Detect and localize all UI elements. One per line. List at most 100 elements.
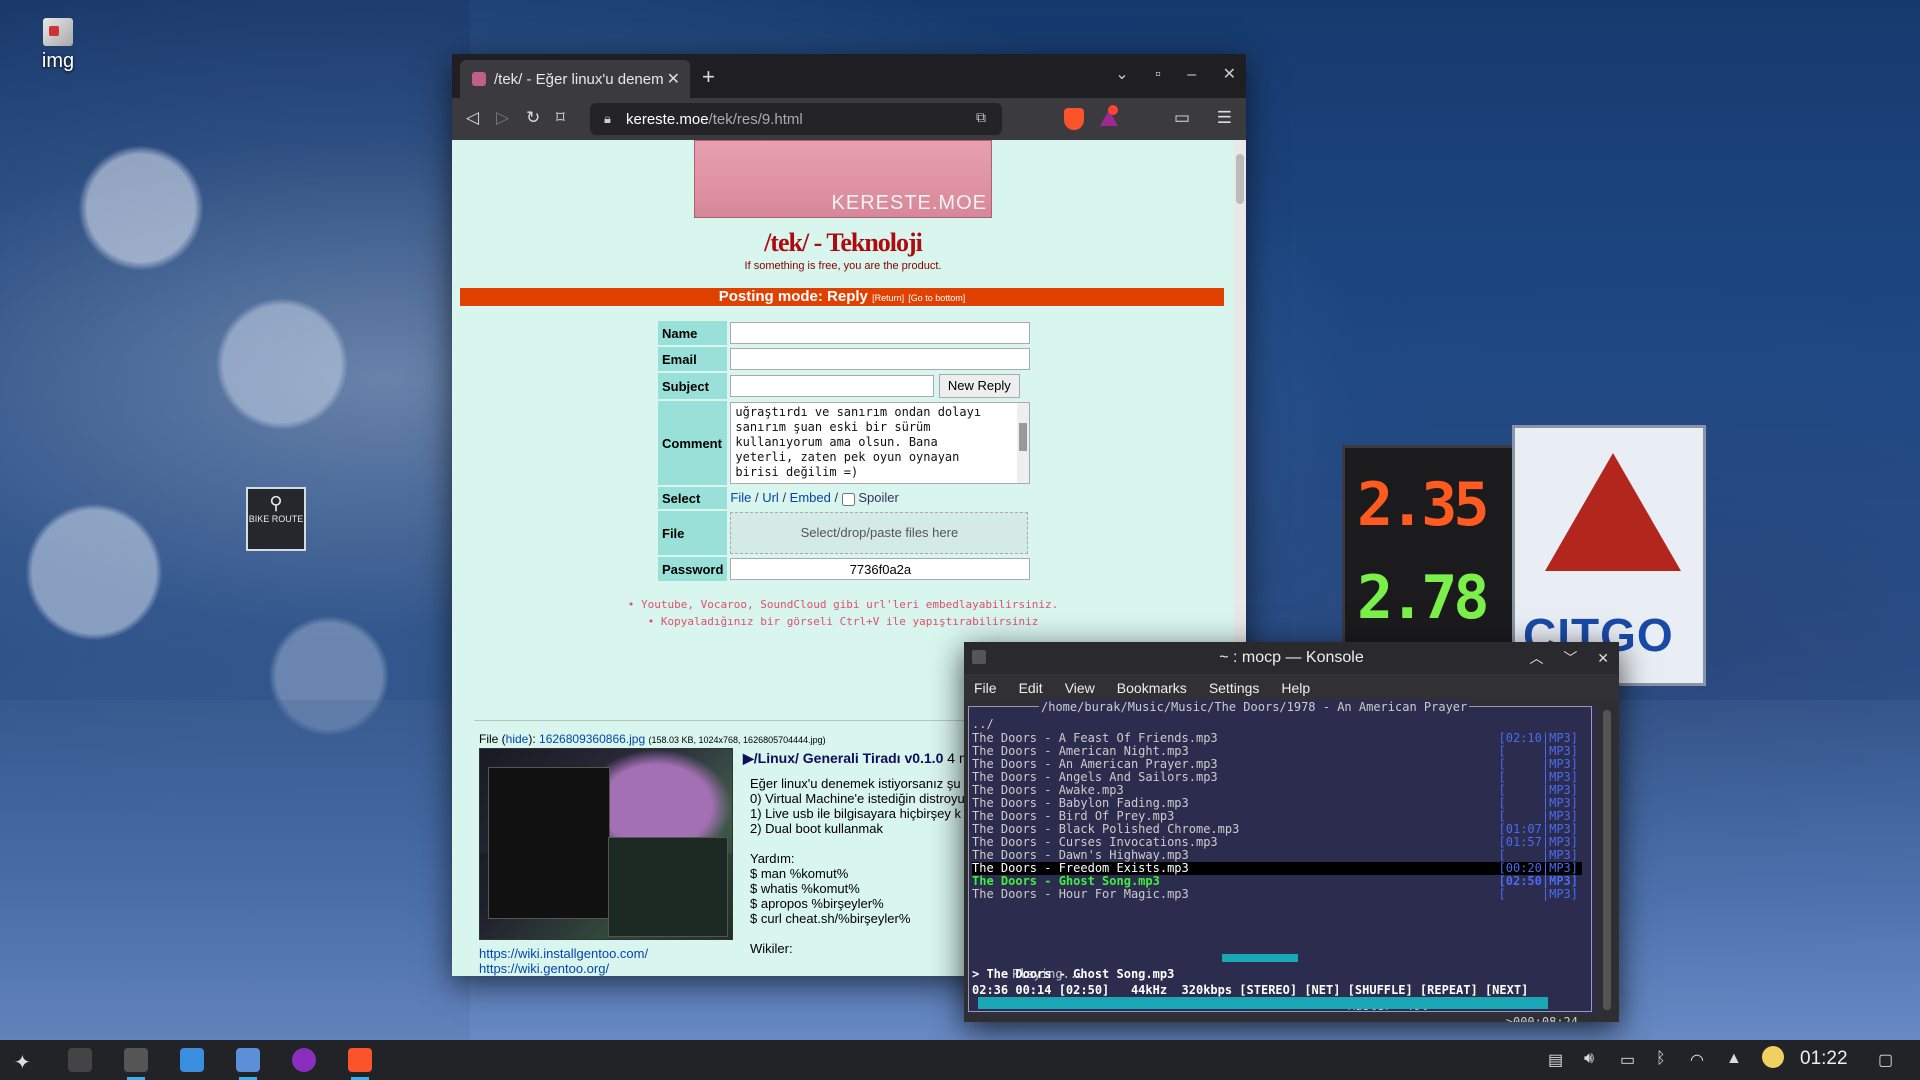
track-name: The Doors - Curses Invocations.mp3 <box>972 835 1218 849</box>
password-field[interactable]: 7736f0a2a <box>730 558 1031 580</box>
volume-icon[interactable]: 🔊︎ <box>1584 1050 1594 1068</box>
menu-icon[interactable]: ☰ <box>1217 108 1232 127</box>
menu-help[interactable]: Help <box>1281 680 1310 696</box>
reload-icon[interactable]: ↻ <box>526 108 540 128</box>
minimize-icon[interactable]: – <box>1187 66 1196 83</box>
file-drop-zone[interactable]: Select/drop/paste files here <box>730 512 1029 554</box>
bookmark-icon[interactable]: ⌑ <box>556 108 565 128</box>
minimize-icon[interactable]: ︿ <box>1529 650 1543 666</box>
track-name: The Doors - Babylon Fading.mp3 <box>972 796 1189 810</box>
forward-icon[interactable]: ▷ <box>496 108 509 128</box>
music-app-icon[interactable] <box>292 1048 316 1072</box>
track-duration: [ |MP3] <box>1498 887 1578 901</box>
post-subject: ▶/Linux/ Generali Tiradı v0.1.0 4 m <box>743 750 971 766</box>
back-icon[interactable]: ◁ <box>466 108 479 128</box>
board-subtitle: If something is free, you are the produc… <box>744 260 942 272</box>
file-name-link[interactable]: 1626809360866.jpg <box>539 732 645 746</box>
subject-field[interactable] <box>730 374 935 397</box>
name-field[interactable] <box>730 322 1031 344</box>
wiki-link[interactable]: https://wiki.gentoo.org/ <box>479 961 648 976</box>
post-body-line: $ apropos %birşeyler% <box>750 896 884 911</box>
maximize-icon[interactable]: ﹀ <box>1563 650 1577 666</box>
select-url-link[interactable]: Url <box>762 490 779 505</box>
tab-strip: /tek/ - Eğer linux'u denem ✕ + ⌄ ▫ – ✕ <box>452 54 1246 98</box>
translate-icon[interactable]: ⧉ <box>976 109 986 126</box>
post-body-line: $ curl cheat.sh/%birşeyler% <box>750 911 911 926</box>
menu-view[interactable]: View <box>1065 680 1095 696</box>
close-icon[interactable]: ✕ <box>1597 650 1609 666</box>
playback-progress[interactable] <box>978 997 1548 1009</box>
menu-settings[interactable]: Settings <box>1209 680 1260 696</box>
bluetooth-icon[interactable]: ᛒ <box>1656 1050 1666 1068</box>
task-manager-icon[interactable] <box>68 1048 92 1072</box>
new-reply-button[interactable]: New Reply <box>938 374 1020 398</box>
return-link[interactable]: [Return] <box>872 293 904 303</box>
battery-icon[interactable]: ▭ <box>1620 1050 1635 1070</box>
comment-scrollbar[interactable] <box>1017 403 1030 483</box>
expand-tray-icon[interactable]: ▲ <box>1726 1050 1742 1068</box>
clock[interactable]: 01:22 <box>1800 1048 1848 1070</box>
post-body-line: $ whatis %komut% <box>750 881 860 896</box>
hide-link[interactable]: hide <box>506 732 529 746</box>
terminal-area[interactable]: /home/burak/Music/Music/The Doors/1978 -… <box>968 700 1596 1022</box>
password-label: Password <box>658 557 728 581</box>
menu-bookmarks[interactable]: Bookmarks <box>1117 680 1187 696</box>
volume-bar[interactable] <box>1222 954 1298 962</box>
menu-file[interactable]: File <box>974 680 997 696</box>
close-window-icon[interactable]: ✕ <box>1223 66 1236 83</box>
site-banner[interactable]: KERESTE.MOE <box>694 140 992 218</box>
maximize-icon[interactable]: ▫ <box>1155 66 1161 83</box>
select-file-link[interactable]: File <box>730 490 751 505</box>
wiki-link[interactable]: https://wiki.installgentoo.com/ <box>479 946 648 961</box>
posting-mode-bar: Posting mode: Reply [Return] [Go to bott… <box>460 288 1224 306</box>
wifi-icon[interactable]: ◠ <box>1690 1050 1704 1070</box>
brave-taskbar-icon[interactable] <box>348 1048 372 1072</box>
app-launcher-icon[interactable]: ✦ <box>14 1050 31 1075</box>
new-tab-icon[interactable]: + <box>702 64 715 90</box>
brave-shields-icon[interactable] <box>1064 108 1084 130</box>
track-item[interactable]: The Doors - Hour For Magic.mp3 [ |MP3] <box>972 888 1582 901</box>
weather-icon[interactable] <box>1762 1046 1784 1068</box>
notification-badge <box>1108 105 1118 115</box>
select-embed-link[interactable]: Embed <box>790 490 831 505</box>
page-scroll-thumb[interactable] <box>1236 154 1244 204</box>
post-body-line: Wikiler: <box>750 941 793 956</box>
desktop-icon-img[interactable]: img <box>32 18 84 73</box>
konsole-titlebar: ~ : mocp — Konsole ︿ ﹀ ✕ <box>964 642 1619 674</box>
pager-icon[interactable] <box>236 1048 260 1072</box>
konsole-window: ~ : mocp — Konsole ︿ ﹀ ✕ File Edit View Boo… <box>964 642 1619 1022</box>
bike-route-sign: ⚲ BIKE ROUTE <box>246 487 306 551</box>
terminal-scrollbar[interactable] <box>1603 710 1611 1010</box>
gas-price-premium: 2.78 <box>1357 563 1489 633</box>
tab-search-icon[interactable]: ⌄ <box>1115 66 1128 83</box>
clipboard-icon[interactable]: ▤ <box>1548 1050 1563 1070</box>
spoiler-label: Spoiler <box>858 490 899 506</box>
file-label: File <box>658 511 728 555</box>
track-name: The Doors - An American Prayer.mp3 <box>972 757 1218 771</box>
toolbar-right: ▭ ☰ <box>1152 108 1232 128</box>
close-tab-icon[interactable]: ✕ <box>667 69 680 89</box>
email-field[interactable] <box>730 348 1031 370</box>
file-meta: (158.03 KB, 1024x768, 1626805704444.jpg) <box>648 735 826 745</box>
konsole-taskbar-icon[interactable] <box>124 1048 148 1072</box>
spoiler-checkbox[interactable] <box>841 492 855 506</box>
comment-text: uğraştırdı ve sanırım ondan dolayı sanır… <box>735 405 982 479</box>
menu-edit[interactable]: Edit <box>1019 680 1043 696</box>
file-manager-icon[interactable] <box>180 1048 204 1072</box>
comment-textarea[interactable]: uğraştırdı ve sanırım ondan dolayı sanır… <box>730 402 1031 484</box>
comment-label: Comment <box>658 401 728 485</box>
go-to-bottom-link[interactable]: [Go to bottom] <box>908 293 965 303</box>
track-name: The Doors - Angels And Sailors.mp3 <box>972 770 1218 784</box>
parent-dir[interactable]: ../ <box>972 716 1582 732</box>
citgo-triangle <box>1545 453 1681 571</box>
posting-mode-label: Posting mode: Reply <box>718 288 868 305</box>
address-bar[interactable]: 🔒︎ kereste.moe/tek/res/9.html ⧉ <box>590 103 1002 135</box>
taskbar: ✦ ▤ 🔊︎ ▭ ᛒ ◠ ▲ 01:22 ▢ <box>0 1040 1920 1080</box>
wallet-icon[interactable]: ▭ <box>1174 108 1190 127</box>
track-name: The Doors - Bird Of Prey.mp3 <box>972 809 1175 823</box>
browser-tab[interactable]: /tek/ - Eğer linux'u denem ✕ <box>460 60 690 98</box>
show-desktop-icon[interactable]: ▢ <box>1878 1050 1893 1070</box>
folder-icon <box>43 18 73 46</box>
post-thumbnail[interactable] <box>479 748 733 940</box>
mocp-status-line: Playing... Master 46% >000:08:24 <box>972 950 1582 1022</box>
